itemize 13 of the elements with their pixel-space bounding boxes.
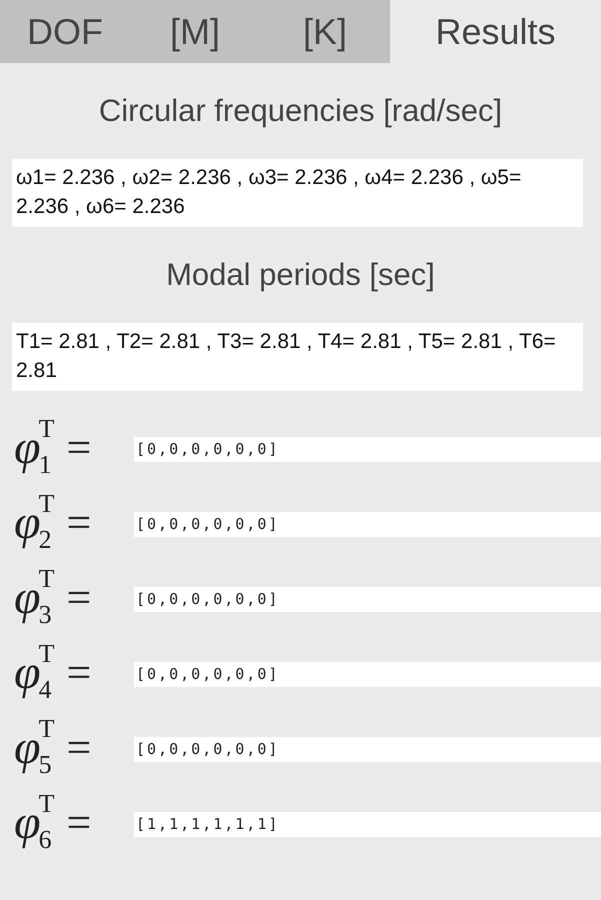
result-text-box: T1= 2.81 , T2= 2.81 , T3= 2.81 , T4= 2.81 , T5= 2.81 , T6= 2.81	[12, 323, 583, 391]
mode-vector-box: [1,1,1,1,1,1]	[134, 812, 601, 836]
tab[interactable]: DOF	[0, 0, 130, 63]
mode-vector-box: [0,0,0,0,0,0]	[134, 512, 601, 536]
section-heading: Circular frequencies [rad/sec]	[98, 93, 504, 129]
mode-vector-box: [0,0,0,0,0,0]	[134, 586, 601, 612]
mode-vector-box: [0,0,0,0,0,0]	[134, 662, 601, 686]
mode-vector-box: [0,0,0,0,0,0]	[134, 436, 601, 462]
mode-vector-box: [0,0,0,0,0,0]	[134, 736, 601, 762]
tab[interactable]: [K]	[260, 0, 390, 63]
tab[interactable]: [M]	[130, 0, 260, 63]
section-heading: Modal periods [sec]	[165, 257, 436, 293]
result-text-box: ω1= 2.236 , ω2= 2.236 , ω3= 2.236 , ω4= 2.236 , ω5= 2.236 , ω6= 2.236	[12, 159, 583, 227]
